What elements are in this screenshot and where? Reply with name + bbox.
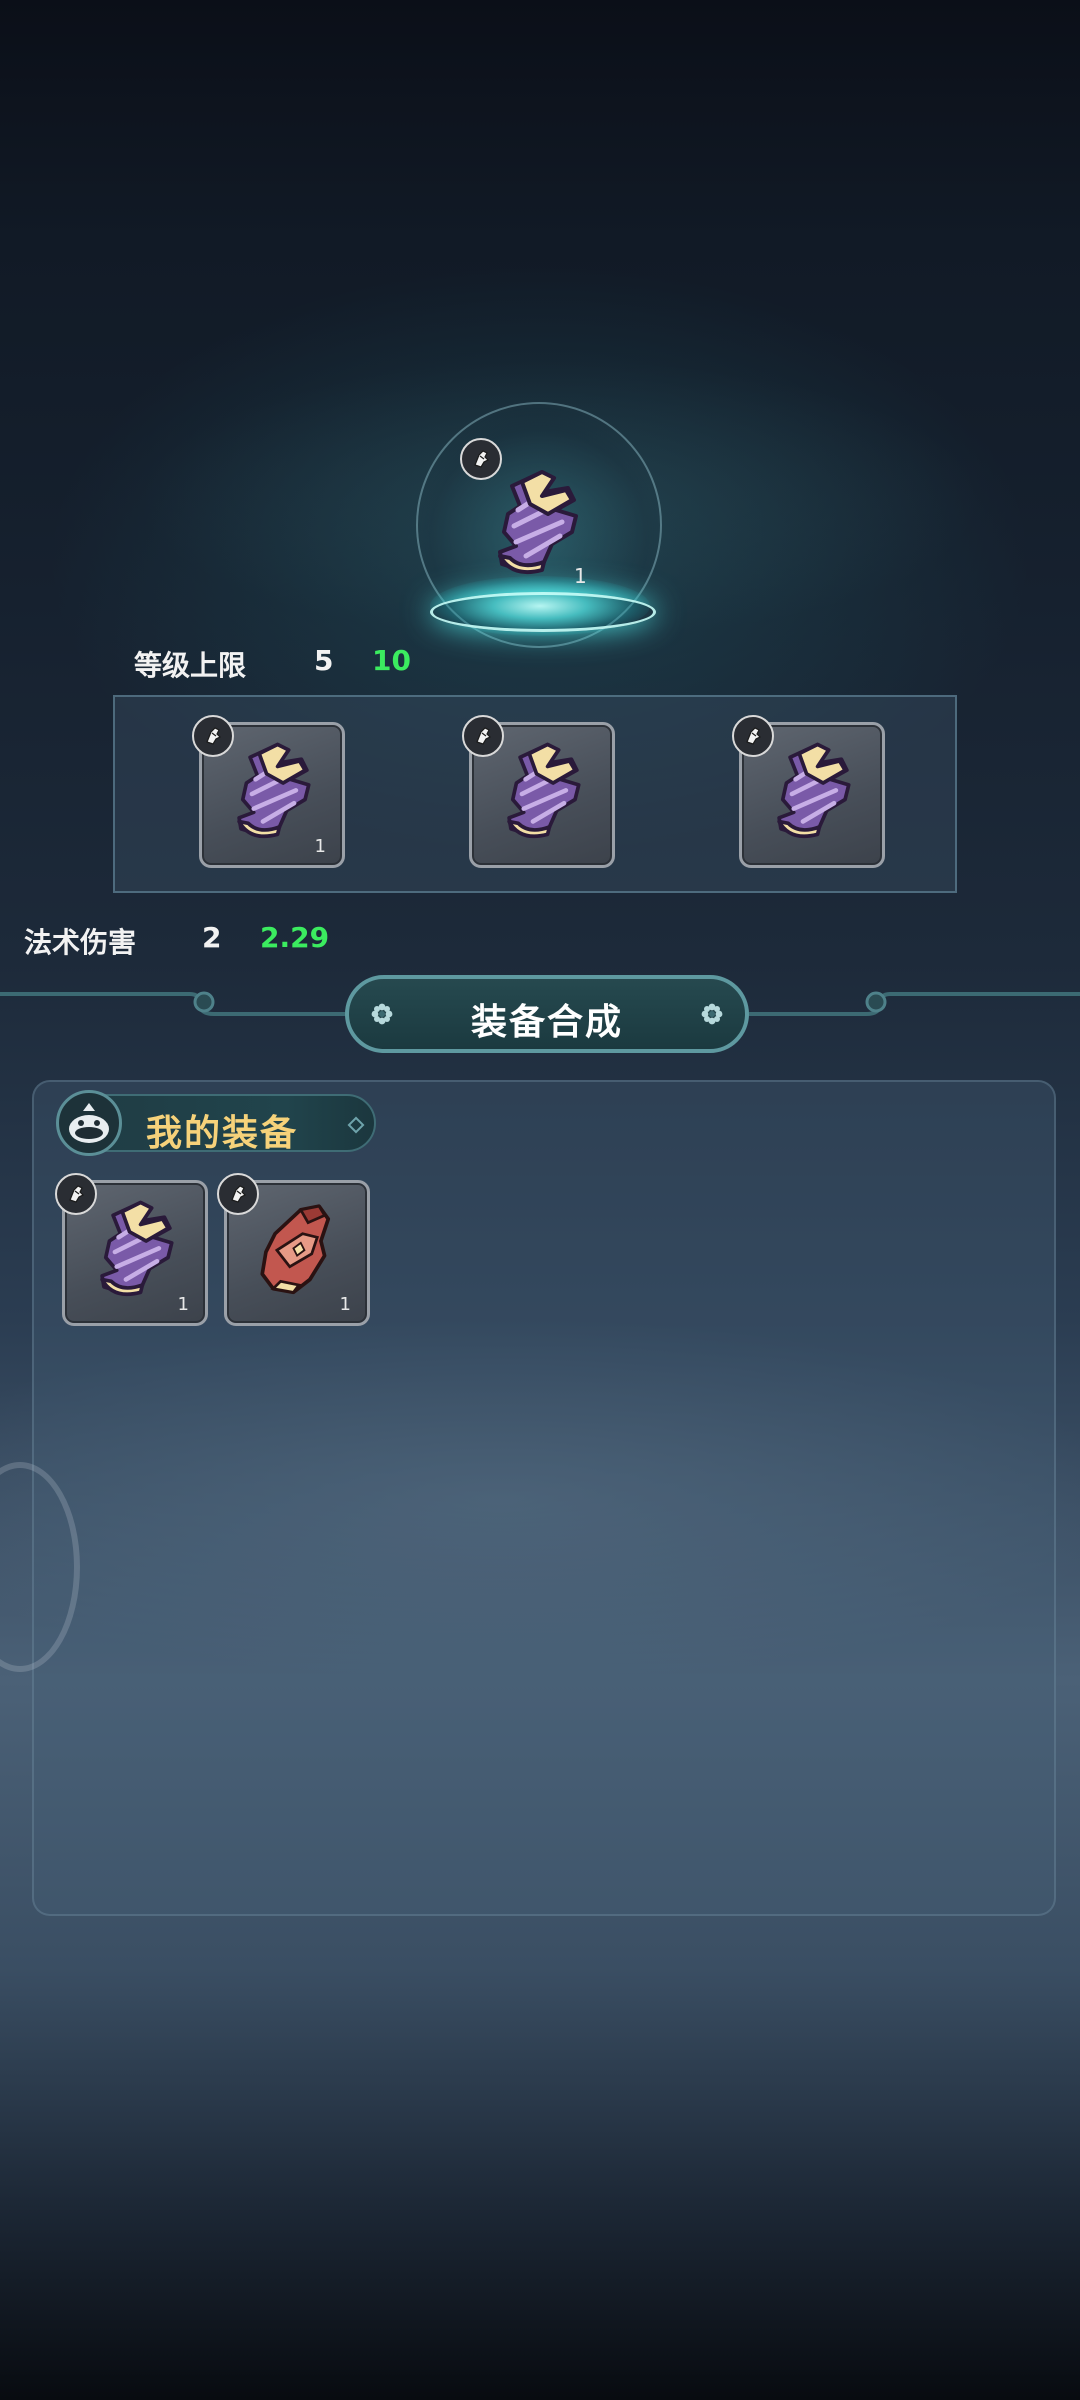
synthesis-title-banner: 装备合成 (345, 975, 749, 1053)
bracer-type-badge-icon (192, 715, 234, 757)
material-panel: 1 (113, 695, 957, 893)
magic-damage-label: 法术伤害 (24, 926, 137, 959)
bracer-type-badge-icon (732, 715, 774, 757)
inventory-slot-1[interactable]: 1 (55, 1173, 208, 1326)
target-equipment[interactable]: 1 (410, 396, 670, 656)
material-slot-2[interactable] (462, 715, 615, 868)
magic-damage-next: 2.29 (260, 921, 330, 954)
inventory-count: 1 (177, 1294, 189, 1315)
material-count: 1 (314, 836, 326, 857)
hero-count: 1 (574, 564, 587, 588)
inventory-title: 我的装备 (146, 1113, 299, 1154)
material-slot-1[interactable]: 1 (192, 715, 345, 868)
synthesis-title: 装备合成 (470, 1002, 623, 1043)
flower-ornament-icon (701, 1003, 723, 1025)
red-bracer-icon (243, 1197, 353, 1307)
purple-bracer-icon (488, 739, 598, 849)
magic-damage-current: 2 (202, 921, 222, 954)
level-cap-label: 等级上限 (134, 649, 247, 682)
level-cap-row: 等级上限 5 10 (134, 644, 534, 684)
inventory-count: 1 (339, 1294, 351, 1315)
purple-bracer-icon (758, 739, 868, 849)
magic-damage-row: 法术伤害 2 2.29 (24, 921, 424, 961)
bracer-type-badge-icon (460, 438, 502, 480)
material-slot-3[interactable] (732, 715, 885, 868)
mascot-avatar-icon (56, 1090, 122, 1156)
bracer-type-badge-icon (217, 1173, 259, 1215)
level-cap-current: 5 (314, 644, 334, 677)
inventory-slot-2[interactable]: 1 (217, 1173, 370, 1326)
inventory-header: 我的装备 (56, 1090, 382, 1156)
bracer-type-badge-icon (462, 715, 504, 757)
purple-bracer-icon (81, 1197, 191, 1307)
hero-pedestal (430, 592, 656, 632)
diamond-icon (347, 1116, 365, 1134)
bracer-type-badge-icon (55, 1173, 97, 1215)
level-cap-next: 10 (372, 644, 411, 677)
purple-bracer-icon (218, 739, 328, 849)
